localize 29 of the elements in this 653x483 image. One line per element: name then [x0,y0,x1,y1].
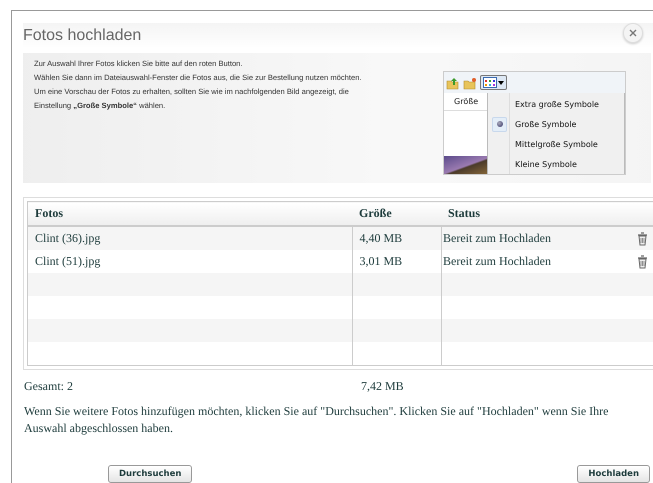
menu-item[interactable]: Mittelgroße Symbole [488,134,624,154]
folder-up-icon [446,76,460,90]
total-size: 7,42 MB [361,379,404,394]
close-button[interactable] [623,23,643,43]
caret-icon [498,80,504,84]
photo-placeholder [444,156,487,174]
browse-button[interactable]: Durchsuchen [108,465,192,483]
upload-button[interactable]: Hochladen [577,465,650,483]
dialog-title: Fotos hochladen [23,27,142,45]
trash-icon[interactable] [637,232,648,246]
table-cell: Bereit zum Hochladen [443,231,551,246]
column-header: Status [441,202,653,226]
new-folder-icon [463,76,477,90]
menu-item[interactable]: Große Symbole [488,114,624,134]
view-menu-button[interactable] [480,75,507,90]
total-count: Gesamt: 2 [24,379,74,394]
menu-item[interactable]: Kleine Symbole [488,154,624,174]
close-icon [629,29,637,37]
trash-icon[interactable] [637,254,648,268]
hint-text: Wenn Sie weitere Fotos hinzufügen möchten, klicken Sie auf "Durchsuchen". Klicken Sie auf "Hochladen" wenn Sie Ihre Auswahl abgeschlossen haben. [24,403,610,437]
column-header: Fotos [28,202,352,226]
radio-dot-icon [496,121,502,127]
table-cell: Bereit zum Hochladen [443,254,551,269]
table-cell: 4,40 MB [352,226,441,250]
table-cell: Clint (51).jpg [28,250,352,273]
menu-item[interactable]: Extra große Symbole [488,94,624,114]
grid-view-icon [483,77,497,88]
column-header: Größe [352,202,441,226]
table-cell: Clint (36).jpg [28,226,352,250]
